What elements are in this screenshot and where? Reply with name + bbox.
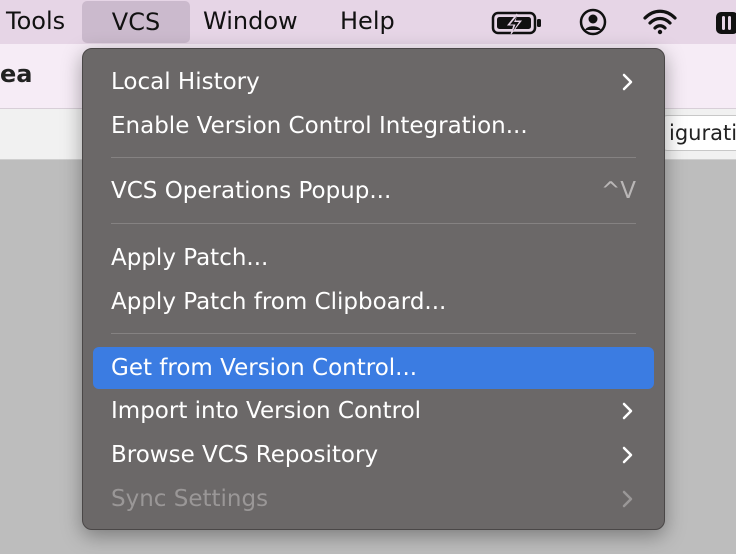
menu-item-import-into-version-control[interactable]: Import into Version Control [93,391,654,431]
menu-item-label: Enable Version Control Integration... [111,113,528,139]
user-account-icon[interactable] [578,7,608,43]
window-title: ea [0,60,33,88]
control-center-icon[interactable] [714,7,736,43]
menu-item-label: Get from Version Control... [111,355,418,381]
menu-bar: Tools VCS Window Help [0,0,736,44]
menubar-window[interactable]: Window [203,0,298,44]
battery-charging-icon[interactable] [491,7,543,43]
menu-item-get-from-version-control[interactable]: Get from Version Control... [93,347,654,389]
menu-item-vcs-operations-popup[interactable]: VCS Operations Popup... ^V [93,171,654,211]
menubar-vcs[interactable]: VCS [82,1,190,43]
menu-item-label: Sync Settings [111,486,269,512]
chevron-right-icon [620,62,636,102]
menu-separator [111,157,636,158]
menu-item-apply-patch[interactable]: Apply Patch... [93,238,654,278]
menu-item-enable-vcs-integration[interactable]: Enable Version Control Integration... [93,106,654,146]
chevron-right-icon [620,391,636,431]
run-configuration-selector[interactable]: iguration [662,115,736,151]
menubar-tools[interactable]: Tools [6,0,65,44]
menu-item-label: Apply Patch from Clipboard... [111,289,447,315]
menu-separator [111,223,636,224]
menu-item-local-history[interactable]: Local History [93,62,654,102]
menu-item-label: VCS Operations Popup... [111,178,392,204]
menu-item-label: Browse VCS Repository [111,442,379,468]
menu-item-sync-settings: Sync Settings [93,479,654,519]
menu-item-apply-patch-from-clipboard[interactable]: Apply Patch from Clipboard... [93,282,654,322]
chevron-right-icon [620,435,636,475]
menu-item-label: Apply Patch... [111,245,269,271]
keyboard-shortcut: ^V [600,178,636,204]
menu-item-browse-vcs-repository[interactable]: Browse VCS Repository [93,435,654,475]
menubar-help[interactable]: Help [340,0,395,44]
wifi-icon[interactable] [642,7,678,43]
menu-separator [111,333,636,334]
chevron-right-icon [620,479,636,519]
menu-item-label: Local History [111,69,260,95]
vcs-menu: Local History Enable Version Control Int… [82,48,665,530]
menu-item-label: Import into Version Control [111,398,422,424]
